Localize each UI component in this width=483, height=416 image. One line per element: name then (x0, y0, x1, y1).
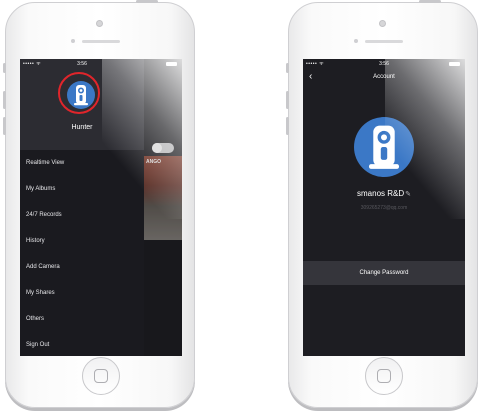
home-square-icon (94, 369, 108, 383)
page-title: Account (373, 74, 395, 80)
front-camera (379, 20, 386, 27)
pencil-icon[interactable]: ✎ (405, 191, 411, 198)
menu-item-others[interactable]: Others (20, 306, 144, 332)
battery-icon (449, 62, 460, 66)
volume-down-button (286, 117, 289, 135)
content-overlay[interactable] (144, 59, 182, 356)
account-name: smanos R&D✎ (303, 189, 465, 198)
nav-bar: ‹ Account (303, 69, 465, 85)
phone-frame-left: ••••• ᯤ 3:56 Hunter Realtime View My Alb… (3, 0, 195, 408)
drawer-header: ••••• ᯤ 3:56 Hunter (20, 59, 144, 150)
drawer-menu: Realtime View My Albums 24/7 Records His… (20, 150, 144, 356)
volume-up-button (286, 91, 289, 109)
camera-icon (369, 125, 399, 169)
screen-drawer: ••••• ᯤ 3:56 Hunter Realtime View My Alb… (20, 59, 182, 356)
user-name: Hunter (71, 124, 93, 131)
status-time: 3:56 (77, 61, 87, 67)
account-name-text: smanos R&D (357, 189, 405, 198)
power-button (136, 0, 158, 3)
phone-frame-right: ••••• ᯤ 3:56 ‹ Account smanos R&D✎ 30926… (286, 0, 478, 408)
account-email: 309265273@qq.com (360, 205, 408, 211)
earpiece-speaker (365, 40, 403, 43)
status-bar: ••••• ᯤ 3:56 (20, 59, 144, 69)
proximity-sensor (354, 39, 358, 43)
menu-item-history[interactable]: History (20, 228, 144, 254)
change-password-button[interactable]: Change Password (303, 261, 465, 285)
volume-up-button (3, 91, 6, 109)
menu-item-sign-out[interactable]: Sign Out (20, 332, 144, 356)
menu-item-add-camera[interactable]: Add Camera (20, 254, 144, 280)
status-bar: ••••• ᯤ 3:56 (303, 59, 465, 69)
menu-item-my-albums[interactable]: My Albums (20, 176, 144, 202)
account-avatar[interactable] (354, 117, 414, 177)
home-button[interactable] (82, 357, 120, 395)
home-button[interactable] (365, 357, 403, 395)
proximity-sensor (71, 39, 75, 43)
camera-icon (74, 85, 88, 106)
status-time: 3:56 (379, 61, 389, 67)
mute-switch (3, 63, 6, 73)
earpiece-speaker (82, 40, 120, 43)
mute-switch (286, 63, 289, 73)
screen-account: ••••• ᯤ 3:56 ‹ Account smanos R&D✎ 30926… (303, 59, 465, 356)
front-camera (96, 20, 103, 27)
volume-down-button (3, 117, 6, 135)
menu-item-records[interactable]: 24/7 Records (20, 202, 144, 228)
side-drawer: ••••• ᯤ 3:56 Hunter Realtime View My Alb… (20, 59, 144, 356)
battery-icon (166, 62, 177, 66)
power-button (419, 0, 441, 3)
menu-item-realtime-view[interactable]: Realtime View (20, 150, 144, 176)
home-square-icon (377, 369, 391, 383)
user-avatar[interactable] (67, 81, 95, 109)
menu-item-my-shares[interactable]: My Shares (20, 280, 144, 306)
